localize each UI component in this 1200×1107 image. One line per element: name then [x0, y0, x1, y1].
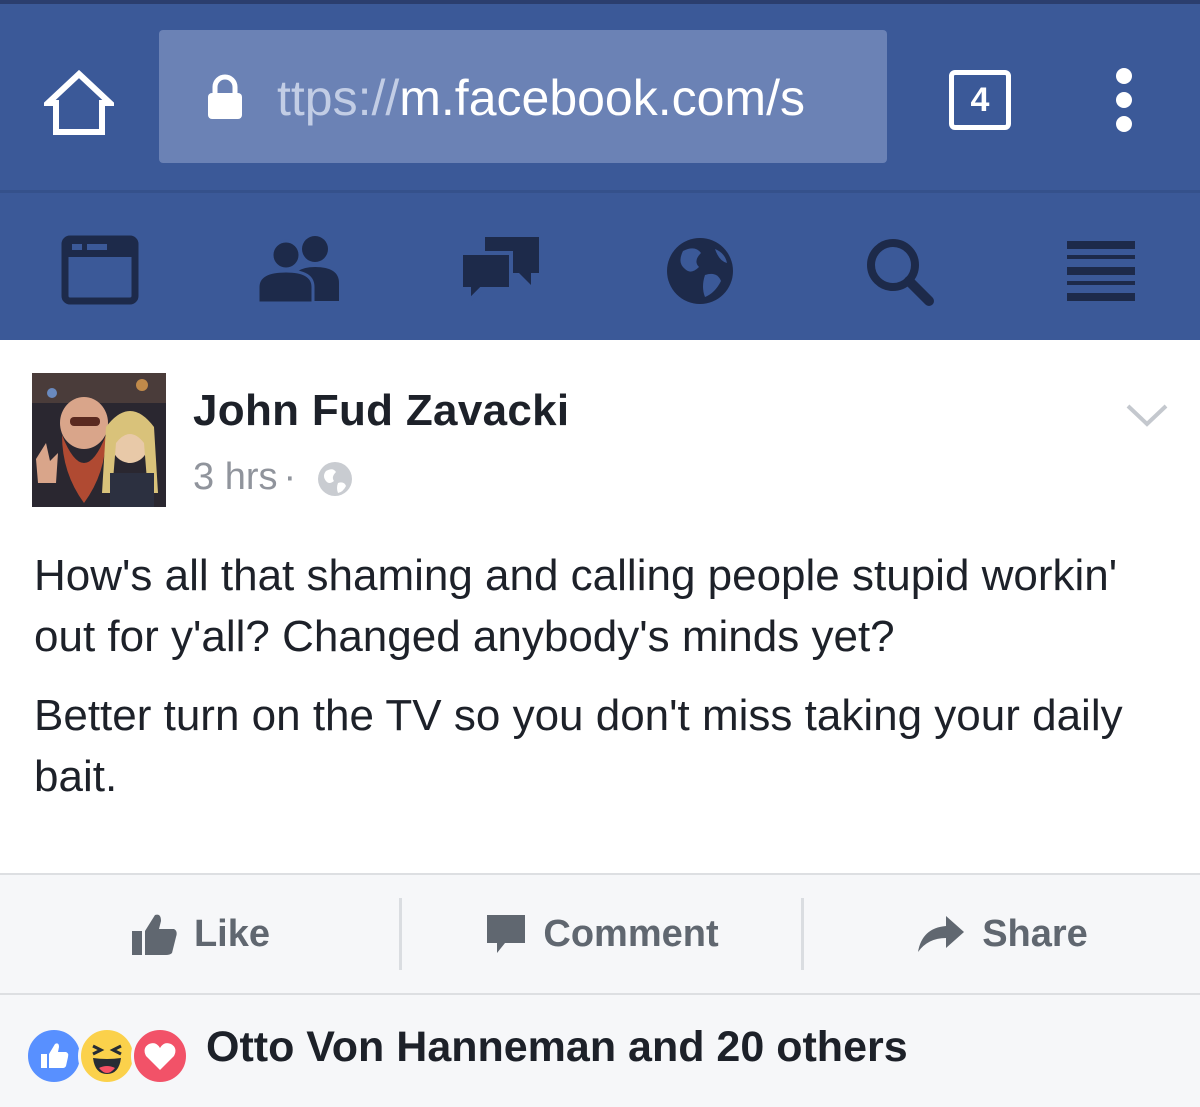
home-icon[interactable]	[44, 70, 114, 136]
post-meta: 3 hrs ·	[193, 456, 302, 499]
post-actions-bar: Like Comment Share	[0, 873, 1200, 995]
author-avatar[interactable]	[32, 373, 166, 507]
author-name[interactable]: John Fud Zavacki	[193, 386, 569, 436]
url-prefix: ttps://	[277, 70, 400, 126]
comment-icon	[487, 915, 526, 953]
globe-icon	[318, 462, 352, 496]
comment-button[interactable]: Comment	[402, 875, 802, 993]
share-arrow-icon	[918, 916, 965, 952]
comment-label: Comment	[543, 912, 719, 955]
overflow-menu-icon[interactable]	[1108, 64, 1140, 136]
post-card: John Fud Zavacki 3 hrs · How's all that s…	[0, 340, 1200, 873]
messages-icon[interactable]	[455, 231, 545, 311]
lock-icon	[208, 74, 242, 119]
haha-reaction-icon	[78, 1027, 136, 1085]
url-text: ttps://m.facebook.com/s	[277, 65, 863, 131]
avatar-photo	[32, 373, 166, 507]
thumbs-up-icon	[131, 914, 177, 955]
friend-requests-icon[interactable]	[253, 231, 343, 311]
post-time[interactable]: 3 hrs	[193, 456, 277, 498]
post-body: How's all that shaming and calling peopl…	[34, 545, 1154, 825]
reactions-summary[interactable]: Otto Von Hanneman and 20 others	[0, 995, 1200, 1107]
like-reaction-icon	[25, 1027, 83, 1085]
news-feed-icon[interactable]	[55, 231, 145, 311]
notifications-globe-icon[interactable]	[655, 231, 745, 311]
like-button[interactable]: Like	[0, 875, 400, 993]
address-bar[interactable]: ttps://m.facebook.com/s	[159, 30, 887, 163]
love-reaction-icon	[131, 1027, 189, 1085]
facebook-nav-bar	[0, 190, 1200, 340]
search-icon[interactable]	[855, 231, 945, 311]
browser-toolbar: ttps://m.facebook.com/s 4	[0, 4, 1200, 190]
url-host: m.facebook.com/s	[399, 70, 805, 126]
post-paragraph: How's all that shaming and calling peopl…	[34, 551, 1118, 661]
reactions-text[interactable]: Otto Von Hanneman and 20 others	[206, 1023, 908, 1072]
share-button[interactable]: Share	[804, 875, 1200, 993]
tabs-button[interactable]: 4	[949, 70, 1011, 130]
menu-icon[interactable]	[1056, 231, 1146, 311]
post-paragraph: Better turn on the TV so you don't miss …	[34, 691, 1123, 801]
meta-separator: ·	[283, 456, 297, 498]
share-label: Share	[982, 912, 1088, 955]
post-options-chevron-icon[interactable]	[1124, 400, 1170, 430]
like-label: Like	[193, 912, 271, 955]
